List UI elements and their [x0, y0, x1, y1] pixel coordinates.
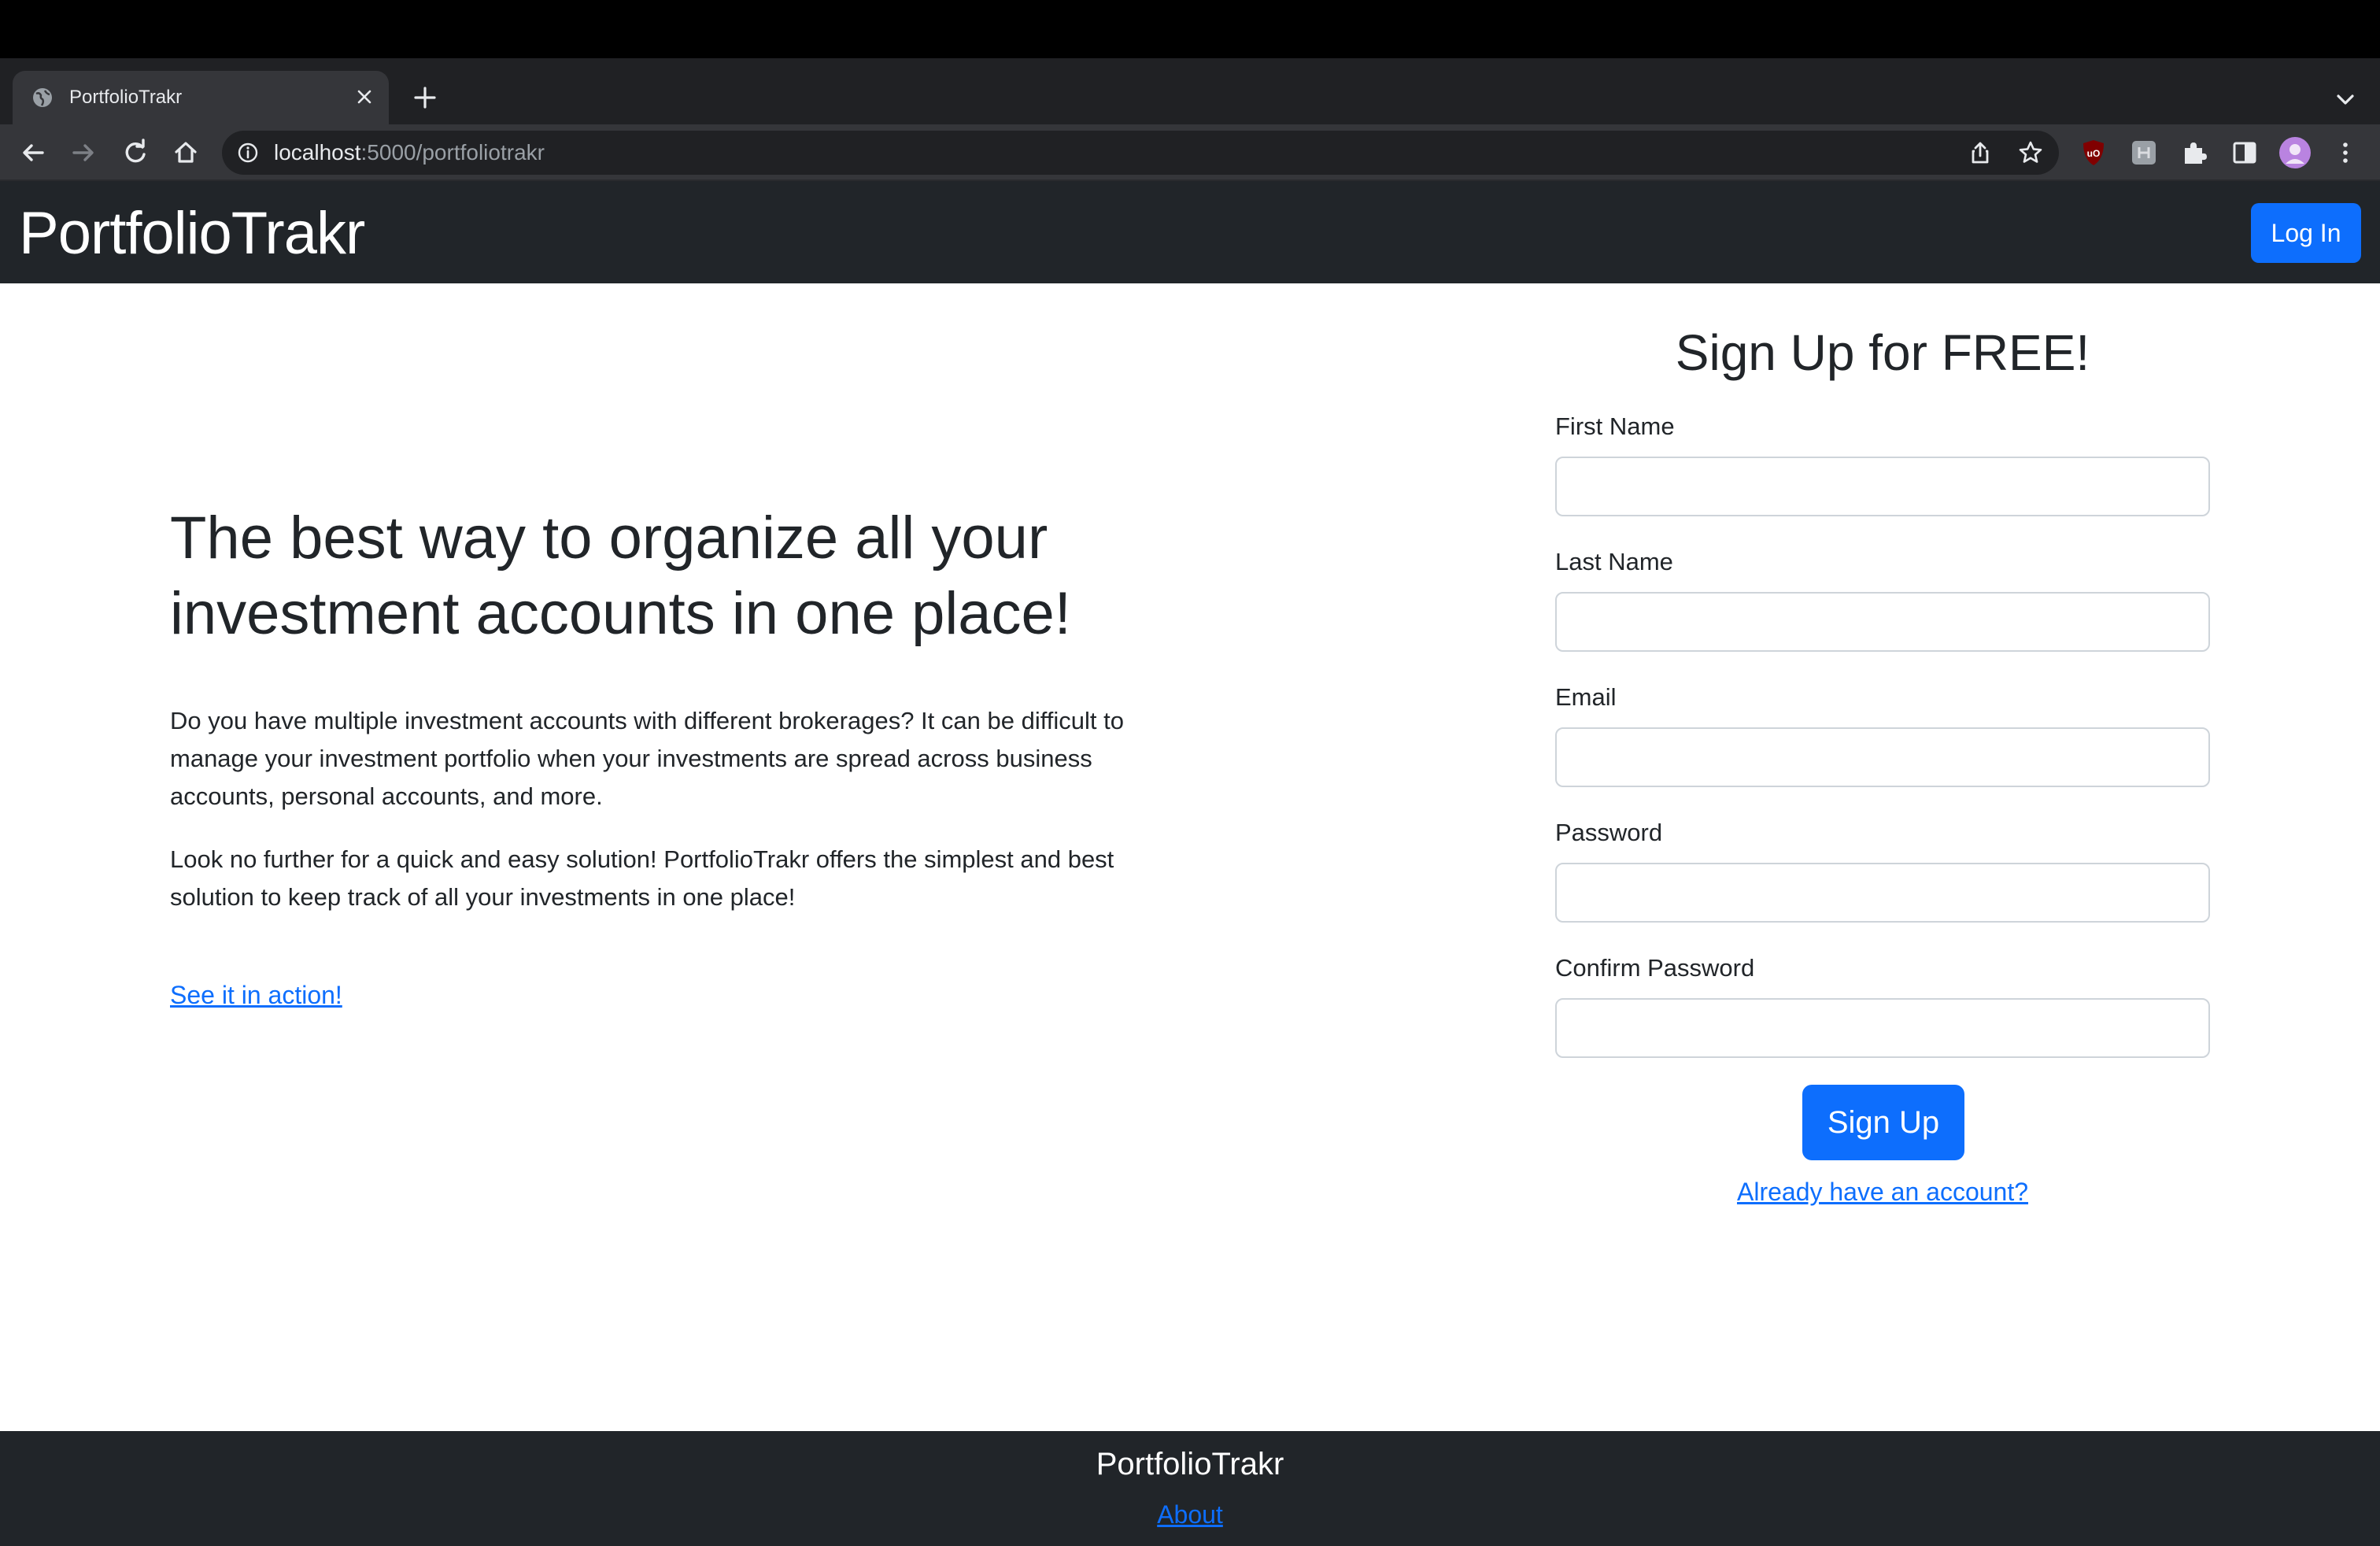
tab-title: PortfolioTrakr — [69, 87, 183, 108]
last-name-field[interactable] — [1555, 592, 2210, 652]
globe-icon — [33, 88, 52, 107]
browser-toolbar: localhost:5000/portfoliotrakr uO — [0, 124, 2380, 181]
footer-brand: PortfolioTrakr — [1096, 1447, 1284, 1481]
password-field[interactable] — [1555, 863, 2210, 923]
confirm-password-label: Confirm Password — [1555, 954, 1755, 982]
ublock-icon[interactable]: uO — [2076, 135, 2111, 170]
browser-tab[interactable]: PortfolioTrakr — [13, 71, 389, 124]
svg-text:uO: uO — [2087, 148, 2101, 159]
email-label: Email — [1555, 683, 1617, 711]
login-button[interactable]: Log In — [2251, 203, 2361, 263]
confirm-password-field[interactable] — [1555, 998, 2210, 1058]
share-icon[interactable] — [1966, 139, 1994, 167]
already-have-account-link[interactable]: Already have an account? — [1555, 1174, 2210, 1209]
puzzle-icon[interactable] — [2177, 135, 2212, 170]
tab-strip: PortfolioTrakr — [0, 58, 2380, 124]
avatar[interactable] — [2278, 135, 2312, 170]
page-content: PortfolioTrakr Log In The best way to or… — [0, 181, 2380, 1546]
navbar: PortfolioTrakr Log In — [0, 181, 2380, 283]
home-icon[interactable] — [168, 135, 203, 170]
about-link[interactable]: About — [1157, 1500, 1223, 1529]
signup-title: Sign Up for FREE! — [1675, 324, 2090, 381]
arrow-right-icon[interactable] — [66, 135, 101, 170]
see-it-in-action-link[interactable]: See it in action! — [170, 978, 342, 1012]
address-bar[interactable]: localhost:5000/portfoliotrakr — [222, 131, 2059, 175]
email-field[interactable] — [1555, 727, 2210, 787]
first-name-field[interactable] — [1555, 457, 2210, 516]
password-label: Password — [1555, 819, 1663, 846]
sign-up-button[interactable]: Sign Up — [1802, 1085, 1964, 1160]
menu-bar-area — [0, 0, 2380, 58]
plus-icon[interactable] — [411, 83, 439, 112]
first-name-label: First Name — [1555, 412, 1675, 440]
close-icon[interactable] — [353, 85, 376, 109]
chevron-down-icon[interactable] — [2330, 83, 2361, 115]
footer: PortfolioTrakr About — [0, 1431, 2380, 1546]
arrow-left-icon[interactable] — [16, 135, 50, 170]
url-path: :5000/portfoliotrakr — [360, 140, 545, 165]
hero-paragraph-1: Do you have multiple investment accounts… — [170, 707, 1124, 810]
url-text[interactable]: localhost:5000/portfoliotrakr — [274, 139, 545, 167]
reload-icon[interactable] — [118, 135, 153, 170]
extension-icon[interactable] — [2127, 135, 2161, 170]
brand-logo[interactable]: PortfolioTrakr — [19, 198, 365, 269]
url-host: localhost — [274, 140, 361, 165]
sidepanel-icon[interactable] — [2227, 135, 2262, 170]
info-icon[interactable] — [236, 141, 260, 165]
star-icon[interactable] — [2016, 139, 2045, 167]
hero-title: The best way to organize all your invest… — [170, 505, 1071, 647]
kebab-menu-icon[interactable] — [2328, 135, 2363, 170]
hero-paragraph-2: Look no further for a quick and easy sol… — [170, 845, 1114, 911]
last-name-label: Last Name — [1555, 548, 1673, 575]
